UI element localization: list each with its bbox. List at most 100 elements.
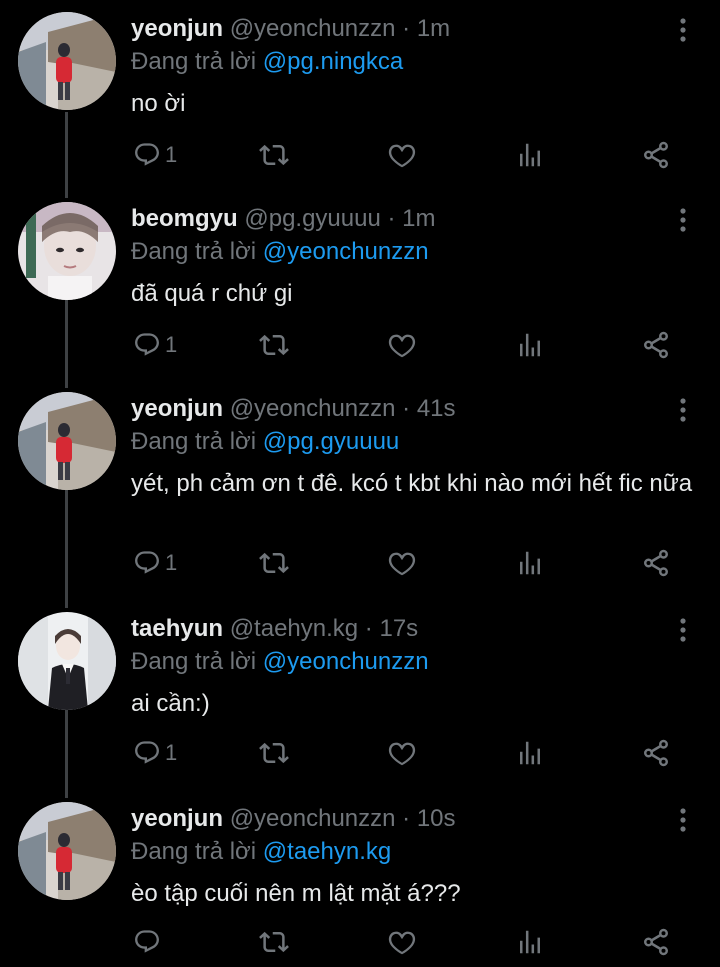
- reply-button[interactable]: 1: [133, 545, 177, 581]
- share-button[interactable]: [641, 327, 671, 363]
- more-icon[interactable]: [676, 807, 690, 833]
- replying-to: Đang trả lời @pg.gyuuuu: [131, 427, 399, 457]
- tweet-actions: [131, 924, 691, 960]
- retweet-button[interactable]: [259, 327, 289, 363]
- tweet[interactable]: beomgyu @pg.gyuuuu · 1m Đang trả lời @ye…: [0, 190, 720, 380]
- tweet-header: yeonjun @yeonchunzzn · 41s: [131, 394, 456, 424]
- like-button[interactable]: [387, 137, 417, 173]
- retweet-button[interactable]: [259, 924, 289, 960]
- reply-button[interactable]: 1: [133, 137, 177, 173]
- mention-link[interactable]: @yeonchunzzn: [263, 238, 429, 265]
- like-button[interactable]: [387, 924, 417, 960]
- retweet-button[interactable]: [259, 735, 289, 771]
- tweet-header: beomgyu @pg.gyuuuu · 1m: [131, 204, 436, 234]
- views-button[interactable]: [515, 735, 545, 771]
- more-icon[interactable]: [676, 617, 690, 643]
- author-handle[interactable]: @yeonchunzzn: [230, 395, 396, 422]
- tweet-time[interactable]: 41s: [417, 395, 456, 422]
- retweet-icon: [259, 330, 289, 360]
- mention-link[interactable]: @taehyn.kg: [263, 838, 391, 865]
- more-icon[interactable]: [676, 397, 690, 423]
- share-icon: [641, 330, 671, 360]
- replying-to: Đang trả lời @taehyn.kg: [131, 837, 391, 867]
- share-button[interactable]: [641, 545, 671, 581]
- share-icon: [641, 548, 671, 578]
- like-button[interactable]: [387, 735, 417, 771]
- views-button[interactable]: [515, 137, 545, 173]
- author-name[interactable]: yeonjun: [131, 805, 223, 832]
- separator-dot: ·: [364, 615, 373, 642]
- share-icon: [641, 140, 671, 170]
- tweet[interactable]: taehyun @taehyn.kg · 17s Đang trả lời @y…: [0, 600, 720, 790]
- retweet-button[interactable]: [259, 545, 289, 581]
- tweet-text: đã quá r chứ gi: [131, 280, 293, 307]
- separator-dot: ·: [402, 805, 411, 832]
- author-handle[interactable]: @yeonchunzzn: [230, 805, 396, 832]
- tweet-actions: 1: [131, 137, 691, 173]
- avatar-yeonjun[interactable]: [18, 802, 116, 900]
- like-button[interactable]: [387, 545, 417, 581]
- tweet[interactable]: yeonjun @yeonchunzzn · 10s Đang trả lời …: [0, 790, 720, 967]
- separator-dot: ·: [402, 15, 411, 42]
- reply-button[interactable]: 1: [133, 327, 177, 363]
- replying-to: Đang trả lời @yeonchunzzn: [131, 647, 429, 677]
- tweet-time[interactable]: 10s: [417, 805, 456, 832]
- reply-icon: [133, 549, 161, 577]
- views-icon: [515, 548, 545, 578]
- author-name[interactable]: taehyun: [131, 615, 223, 642]
- reply-count: 1: [165, 740, 178, 765]
- mention-link[interactable]: @yeonchunzzn: [263, 648, 429, 675]
- like-icon: [387, 738, 417, 768]
- tweet[interactable]: yeonjun @yeonchunzzn · 1m Đang trả lời @…: [0, 0, 720, 190]
- retweet-button[interactable]: [259, 137, 289, 173]
- replying-to-label: Đang trả lời: [131, 428, 257, 455]
- separator-dot: ·: [402, 395, 411, 422]
- avatar-yeonjun[interactable]: [18, 12, 116, 110]
- views-icon: [515, 738, 545, 768]
- author-name[interactable]: yeonjun: [131, 395, 223, 422]
- reply-count: 1: [165, 142, 178, 167]
- share-icon: [641, 738, 671, 768]
- share-button[interactable]: [641, 735, 671, 771]
- reply-icon: [133, 928, 161, 956]
- views-icon: [515, 927, 545, 957]
- author-name[interactable]: yeonjun: [131, 15, 223, 42]
- avatar-taehyun[interactable]: [18, 612, 116, 710]
- author-handle[interactable]: @taehyn.kg: [230, 615, 358, 642]
- views-button[interactable]: [515, 327, 545, 363]
- tweet-time[interactable]: 17s: [379, 615, 418, 642]
- separator-dot: ·: [387, 205, 396, 232]
- tweet-header: yeonjun @yeonchunzzn · 10s: [131, 804, 456, 834]
- tweet-text: no ời: [131, 90, 186, 117]
- like-icon: [387, 548, 417, 578]
- replying-to-label: Đang trả lời: [131, 238, 257, 265]
- more-icon[interactable]: [676, 17, 690, 43]
- share-button[interactable]: [641, 137, 671, 173]
- views-icon: [515, 140, 545, 170]
- mention-link[interactable]: @pg.gyuuuu: [263, 428, 399, 455]
- tweet-time[interactable]: 1m: [402, 205, 435, 232]
- author-handle[interactable]: @yeonchunzzn: [230, 15, 396, 42]
- reply-button[interactable]: [133, 924, 165, 960]
- tweet[interactable]: yeonjun @yeonchunzzn · 41s Đang trả lời …: [0, 380, 720, 600]
- mention-link[interactable]: @pg.ningkca: [263, 48, 403, 75]
- tweet-header: taehyun @taehyn.kg · 17s: [131, 614, 418, 644]
- avatar-beomgyu[interactable]: [18, 202, 116, 300]
- views-button[interactable]: [515, 545, 545, 581]
- views-button[interactable]: [515, 924, 545, 960]
- like-button[interactable]: [387, 327, 417, 363]
- reply-thread: yeonjun @yeonchunzzn · 1m Đang trả lời @…: [0, 0, 720, 967]
- retweet-icon: [259, 140, 289, 170]
- share-button[interactable]: [641, 924, 671, 960]
- avatar-yeonjun[interactable]: [18, 392, 116, 490]
- replying-to-label: Đang trả lời: [131, 48, 257, 75]
- tweet-text: yét, ph cảm ơn t đê. kcó t kbt khi nào m…: [131, 470, 693, 497]
- tweet-time[interactable]: 1m: [417, 15, 450, 42]
- tweet-text: ai cần:): [131, 690, 210, 717]
- replying-to: Đang trả lời @pg.ningkca: [131, 47, 403, 77]
- author-name[interactable]: beomgyu: [131, 205, 238, 232]
- reply-button[interactable]: 1: [133, 735, 177, 771]
- more-icon[interactable]: [676, 207, 690, 233]
- author-handle[interactable]: @pg.gyuuuu: [244, 205, 380, 232]
- replying-to-label: Đang trả lời: [131, 838, 257, 865]
